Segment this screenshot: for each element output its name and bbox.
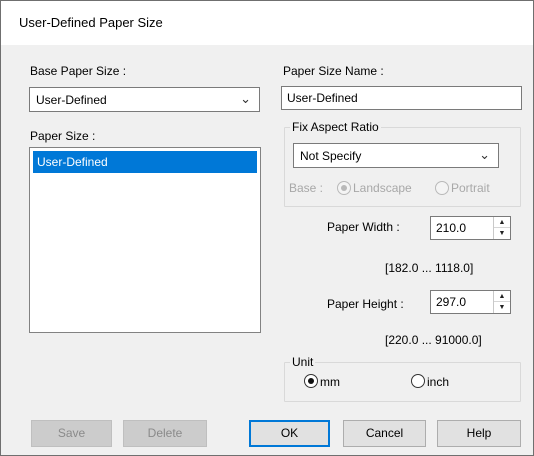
paper-size-list[interactable]: User-Defined <box>29 147 261 333</box>
fix-aspect-ratio-value: Not Specify <box>300 148 362 163</box>
spin-down-icon[interactable]: ▼ <box>494 302 510 313</box>
mm-label: mm <box>320 375 340 389</box>
save-button[interactable]: Save <box>31 420 112 447</box>
paper-height-range: [220.0 ... 91000.0] <box>385 333 482 347</box>
fix-aspect-ratio-select[interactable]: Not Specify ⌄ <box>293 143 499 168</box>
spin-down-icon[interactable]: ▼ <box>494 228 510 239</box>
base-paper-size-label: Base Paper Size : <box>30 64 127 78</box>
fix-aspect-ratio-label: Fix Aspect Ratio <box>290 120 381 134</box>
base-paper-size-value: User-Defined <box>36 92 107 107</box>
paper-width-label: Paper Width : <box>327 220 400 234</box>
ok-button[interactable]: OK <box>249 420 330 447</box>
paper-width-value: 210.0 <box>436 221 467 235</box>
inch-radio[interactable] <box>411 374 425 388</box>
help-button[interactable]: Help <box>437 420 521 447</box>
mm-radio[interactable] <box>304 374 318 388</box>
landscape-label: Landscape <box>353 181 412 195</box>
chevron-down-icon: ⌄ <box>479 147 490 162</box>
paper-size-name-label: Paper Size Name : <box>283 64 384 78</box>
landscape-radio[interactable] <box>337 181 351 195</box>
paper-height-label: Paper Height : <box>327 297 404 311</box>
cancel-button[interactable]: Cancel <box>343 420 426 447</box>
inch-label: inch <box>427 375 450 389</box>
list-item[interactable]: User-Defined <box>33 151 257 173</box>
paper-width-spinner[interactable]: 210.0 ▲ ▼ <box>430 216 511 240</box>
window-title: User-Defined Paper Size <box>19 15 163 30</box>
chevron-down-icon: ⌄ <box>240 91 251 106</box>
paper-height-value: 297.0 <box>436 295 467 309</box>
base-label: Base : <box>289 181 324 195</box>
spin-up-icon[interactable]: ▲ <box>494 217 510 228</box>
dialog-window: User-Defined Paper Size Base Paper Size … <box>0 0 534 456</box>
base-paper-size-select[interactable]: User-Defined ⌄ <box>29 87 260 112</box>
paper-size-label: Paper Size : <box>30 129 96 143</box>
title-bar: User-Defined Paper Size <box>1 1 533 45</box>
paper-size-name-value: User-Defined <box>287 91 358 105</box>
paper-width-range: [182.0 ... 1118.0] <box>385 261 474 275</box>
paper-height-spinner[interactable]: 297.0 ▲ ▼ <box>430 290 511 314</box>
delete-button[interactable]: Delete <box>123 420 207 447</box>
portrait-label: Portrait <box>451 181 490 195</box>
spin-up-icon[interactable]: ▲ <box>494 291 510 302</box>
portrait-radio[interactable] <box>435 181 449 195</box>
paper-size-name-input[interactable]: User-Defined <box>281 86 522 110</box>
unit-label: Unit <box>290 355 316 369</box>
